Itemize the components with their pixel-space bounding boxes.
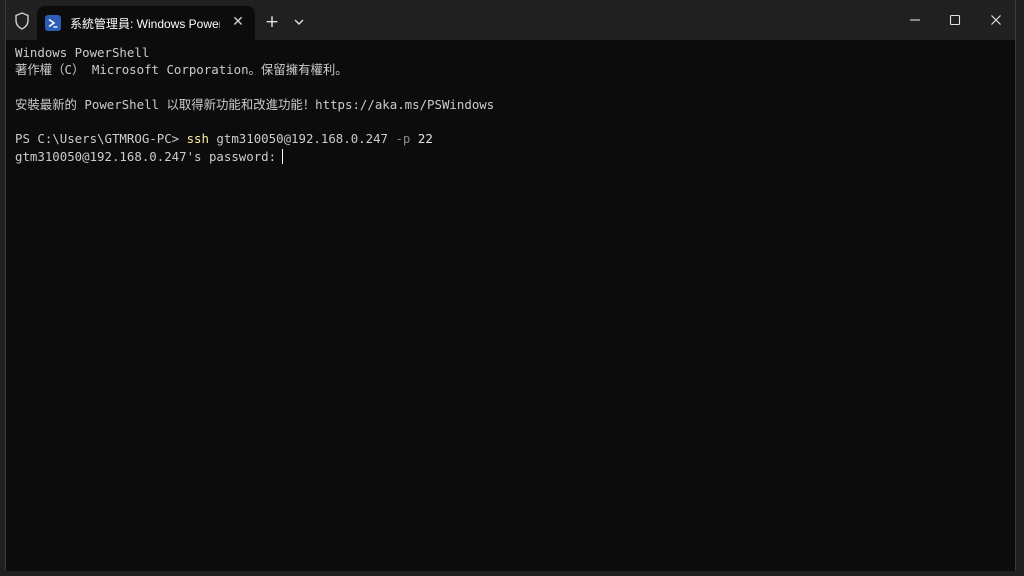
- maximize-button[interactable]: [935, 5, 975, 35]
- text-cursor: [282, 148, 284, 164]
- new-tab-button[interactable]: +: [262, 12, 282, 32]
- password-prompt: gtm310050@192.168.0.247's password:: [15, 148, 277, 164]
- terminal-line: Windows PowerShell: [15, 45, 150, 60]
- command-name: ssh: [186, 131, 209, 147]
- powershell-icon: [45, 15, 61, 31]
- shield-icon: [14, 12, 30, 30]
- terminal-line: 著作權（C） Microsoft Corporation。保留擁有權利。: [15, 62, 348, 78]
- title-bar[interactable]: 系統管理員: Windows PowerS ✕ +: [6, 0, 1015, 40]
- minimize-button[interactable]: [895, 5, 935, 35]
- command-flag: -p: [388, 131, 411, 147]
- chevron-down-icon[interactable]: [289, 12, 309, 32]
- command-line: PS C:\Users\GTMROG-PC> ssh gtm310050@192…: [15, 130, 1015, 147]
- terminal-output[interactable]: Windows PowerShell 著作權（C） Microsoft Corp…: [6, 40, 1015, 571]
- prompt: PS C:\Users\GTMROG-PC>: [15, 131, 187, 147]
- password-line[interactable]: gtm310050@192.168.0.247's password:: [15, 148, 1015, 165]
- terminal-line: 安裝最新的 PowerShell 以取得新功能和改進功能！https://aka…: [15, 96, 495, 112]
- tab-close-icon[interactable]: ✕: [231, 15, 245, 29]
- terminal-window: 系統管理員: Windows PowerS ✕ + Windows PowerS…: [5, 0, 1016, 571]
- close-window-button[interactable]: [976, 5, 1016, 35]
- tab-title: 系統管理員: Windows PowerS: [70, 16, 220, 31]
- command-port: 22: [410, 131, 433, 147]
- command-argument: gtm310050@192.168.0.247: [208, 131, 389, 147]
- tab-powershell[interactable]: 系統管理員: Windows PowerS ✕: [37, 6, 255, 40]
